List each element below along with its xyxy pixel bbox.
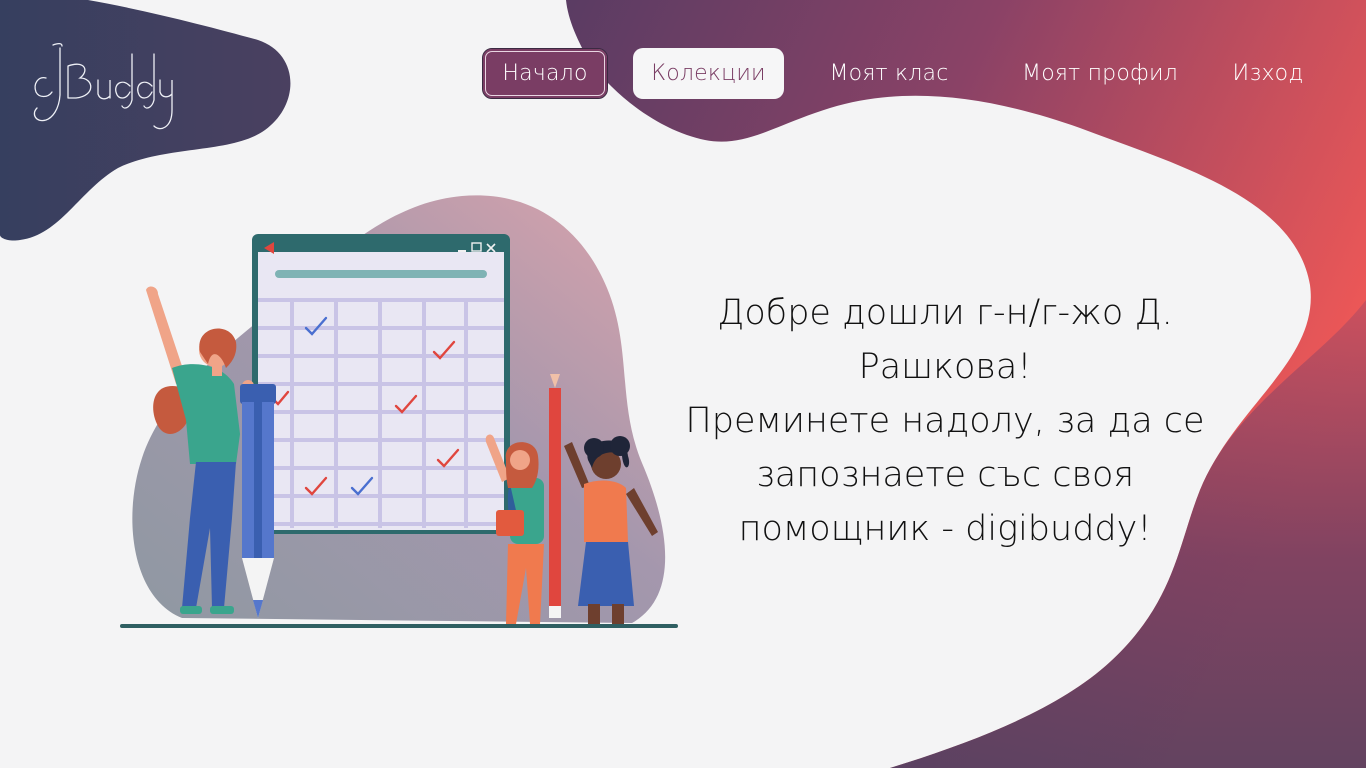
nav-my-profile-link[interactable]: Моят профил xyxy=(1005,48,1195,99)
ground-line xyxy=(120,624,678,628)
welcome-message: Добре дошли г-н/г-жо Д. Рашкова! Премине… xyxy=(660,286,1230,556)
nav-collections-button[interactable]: Колекции xyxy=(633,48,784,99)
nav-home-button[interactable]: Начало xyxy=(482,48,608,99)
nav-my-class-link[interactable]: Моят клас xyxy=(810,48,968,99)
classroom-illustration xyxy=(120,195,678,628)
welcome-instruction: Преминете надолу, за да се запознаете съ… xyxy=(685,401,1205,549)
red-pencil xyxy=(549,374,561,618)
spreadsheet-window xyxy=(252,234,510,534)
window-minimize-icon xyxy=(458,250,466,252)
logo-icon[interactable] xyxy=(28,40,178,140)
nav-logout-link[interactable]: Изход xyxy=(1222,48,1314,99)
welcome-greeting: Добре дошли г-н/г-жо Д. Рашкова! xyxy=(717,293,1173,387)
